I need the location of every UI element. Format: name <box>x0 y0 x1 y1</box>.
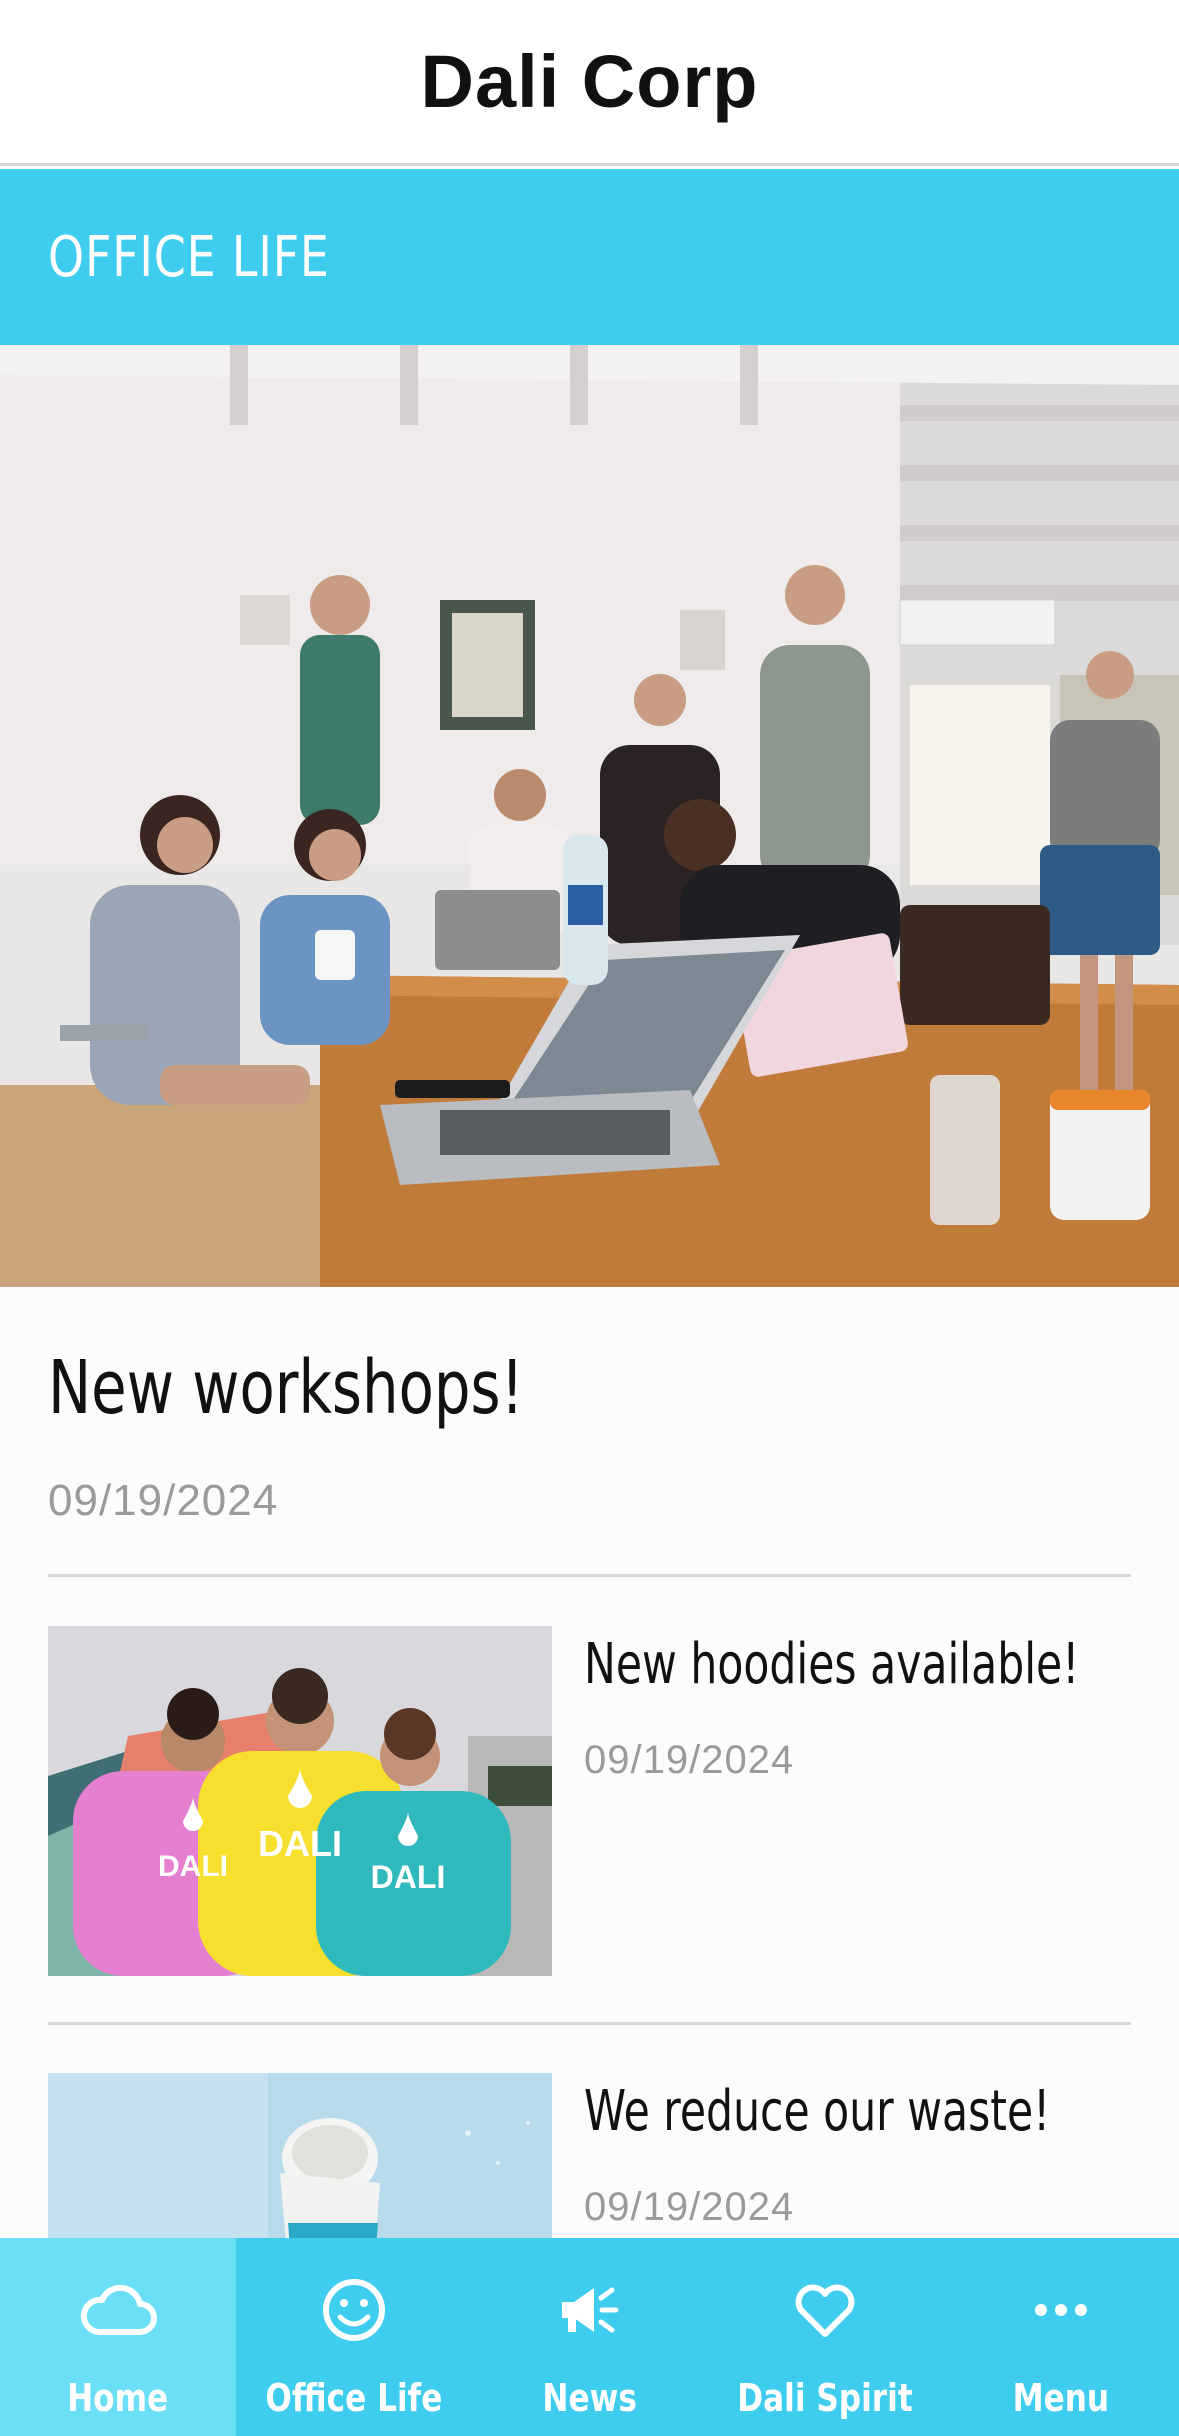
tab-label: Menu <box>1012 2376 1110 2420</box>
featured-article-title[interactable]: New workshops! <box>48 1345 524 1431</box>
section-banner: OFFICE LIFE <box>0 169 1179 345</box>
tab-dali-spirit[interactable]: Dali Spirit <box>707 2238 943 2436</box>
bottom-tab-bar: Home Office Life News Dali Spirit Menu <box>0 2238 1179 2436</box>
section-title: OFFICE LIFE <box>48 224 330 290</box>
app-header: Dali Corp <box>0 0 1179 166</box>
article-title[interactable]: New hoodies available! <box>584 1632 1079 1697</box>
tab-label: News <box>542 2376 637 2420</box>
article-date: 09/19/2024 <box>584 1738 795 1782</box>
article-item[interactable]: DALI DALI DALI New hoodies available! 09… <box>48 1626 1131 1976</box>
tab-home[interactable]: Home <box>0 2238 236 2436</box>
smiley-icon <box>314 2270 394 2350</box>
tab-office-life[interactable]: Office Life <box>236 2238 472 2436</box>
tab-label: Office Life <box>265 2376 443 2420</box>
tab-label: Home <box>67 2376 169 2420</box>
more-dots-icon <box>1021 2270 1101 2350</box>
divider <box>48 1574 1131 1577</box>
tab-menu[interactable]: Menu <box>943 2238 1179 2436</box>
tab-label: Dali Spirit <box>737 2376 914 2420</box>
article-date: 09/19/2024 <box>584 2185 795 2229</box>
hoodie-logo-text: DALI <box>158 1850 228 1883</box>
article-thumbnail: DALI DALI DALI <box>48 1626 552 1976</box>
cloud-icon <box>78 2270 158 2350</box>
article-title[interactable]: We reduce our waste! <box>584 2079 1050 2144</box>
heart-icon <box>785 2270 865 2350</box>
tab-news[interactable]: News <box>472 2238 708 2436</box>
featured-article-date: 09/19/2024 <box>48 1476 279 1525</box>
featured-article-image[interactable] <box>0 345 1179 1287</box>
divider <box>48 2022 1131 2025</box>
megaphone-icon <box>549 2270 629 2350</box>
hoodie-logo-text: DALI <box>371 1859 446 1895</box>
hoodie-logo-text: DALI <box>258 1823 342 1864</box>
app-title: Dali Corp <box>420 40 759 123</box>
